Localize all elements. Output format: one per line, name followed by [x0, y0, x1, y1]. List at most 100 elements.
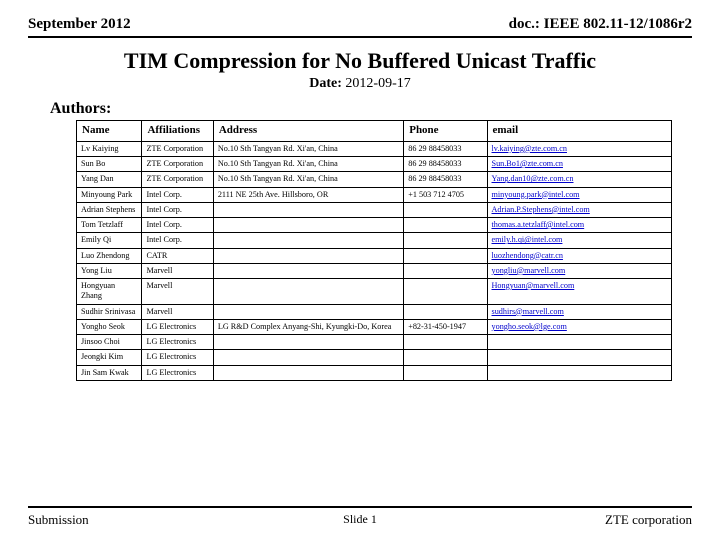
col-header-affiliation: Affiliations	[142, 121, 213, 142]
cell-address	[213, 218, 403, 233]
header-rule	[28, 36, 692, 38]
email-link[interactable]: lv.kaiying@zte.com.cn	[492, 144, 567, 153]
email-link[interactable]: yongliu@marvell.com	[492, 266, 566, 275]
col-header-address: Address	[213, 121, 403, 142]
email-link[interactable]: emily.h.qi@intel.com	[492, 235, 563, 244]
cell-address	[213, 279, 403, 305]
cell-address	[213, 202, 403, 217]
cell-affiliation: Intel Corp.	[142, 202, 213, 217]
cell-email: yongho.seok@lge.com	[487, 319, 671, 334]
cell-phone	[404, 335, 487, 350]
cell-phone	[404, 365, 487, 380]
authors-table: Name Affiliations Address Phone email Lv…	[76, 120, 672, 381]
cell-name: Yang Dan	[77, 172, 142, 187]
cell-address	[213, 263, 403, 278]
cell-address: LG R&D Complex Anyang-Shi, Kyungki-Do, K…	[213, 319, 403, 334]
table-row: Yongho SeokLG ElectronicsLG R&D Complex …	[77, 319, 672, 334]
cell-affiliation: Intel Corp.	[142, 187, 213, 202]
cell-email: sudhirs@marvell.com	[487, 304, 671, 319]
cell-name: Luo Zhendong	[77, 248, 142, 263]
cell-email: Adrian.P.Stephens@intel.com	[487, 202, 671, 217]
cell-phone	[404, 263, 487, 278]
email-link[interactable]: minyoung.park@intel.com	[492, 190, 580, 199]
cell-affiliation: LG Electronics	[142, 319, 213, 334]
table-row: Sudhir SrinivasaMarvell sudhirs@marvell.c…	[77, 304, 672, 319]
footer-rule	[28, 506, 692, 508]
cell-name: Jinsoo Choi	[77, 335, 142, 350]
cell-address	[213, 335, 403, 350]
table-row: Adrian StephensIntel Corp.Adrian.P.Steph…	[77, 202, 672, 217]
cell-email: lv.kaiying@zte.com.cn	[487, 141, 671, 156]
cell-phone: +1 503 712 4705	[404, 187, 487, 202]
cell-phone	[404, 218, 487, 233]
cell-affiliation: CATR	[142, 248, 213, 263]
cell-phone: 86 29 88458033	[404, 157, 487, 172]
cell-address	[213, 304, 403, 319]
cell-name: Sudhir Srinivasa	[77, 304, 142, 319]
cell-name: Hongyuan Zhang	[77, 279, 142, 305]
page-title: TIM Compression for No Buffered Unicast …	[28, 48, 692, 74]
cell-name: Emily Qi	[77, 233, 142, 248]
table-row: Lv KaiyingZTE CorporationNo.10 Sth Tangy…	[77, 141, 672, 156]
table-row: Jin Sam KwakLG Electronics	[77, 365, 672, 380]
col-header-email: email	[487, 121, 671, 142]
cell-name: Yongho Seok	[77, 319, 142, 334]
cell-phone: 86 29 88458033	[404, 141, 487, 156]
table-row: Luo ZhendongCATR luozhendong@catr.cn	[77, 248, 672, 263]
table-row: Minyoung ParkIntel Corp.2111 NE 25th Ave…	[77, 187, 672, 202]
cell-affiliation: LG Electronics	[142, 365, 213, 380]
cell-address: No.10 Sth Tangyan Rd. Xi'an, China	[213, 141, 403, 156]
col-header-name: Name	[77, 121, 142, 142]
cell-address	[213, 248, 403, 263]
cell-email: yongliu@marvell.com	[487, 263, 671, 278]
cell-email	[487, 365, 671, 380]
date-value: 2012-09-17	[345, 76, 410, 91]
cell-email: minyoung.park@intel.com	[487, 187, 671, 202]
cell-affiliation: LG Electronics	[142, 350, 213, 365]
cell-email: thomas.a.tetzlaff@intel.com	[487, 218, 671, 233]
table-row: Emily QiIntel Corp.emily.h.qi@intel.com	[77, 233, 672, 248]
cell-address	[213, 350, 403, 365]
cell-email: luozhendong@catr.cn	[487, 248, 671, 263]
cell-affiliation: ZTE Corporation	[142, 157, 213, 172]
table-header-row: Name Affiliations Address Phone email	[77, 121, 672, 142]
cell-email: emily.h.qi@intel.com	[487, 233, 671, 248]
authors-heading: Authors:	[50, 100, 692, 118]
cell-name: Minyoung Park	[77, 187, 142, 202]
table-row: Yong LiuMarvellyongliu@marvell.com	[77, 263, 672, 278]
email-link[interactable]: thomas.a.tetzlaff@intel.com	[492, 220, 585, 229]
email-link[interactable]: Yang.dan10@zte.com.cn	[492, 174, 574, 183]
email-link[interactable]: yongho.seok@lge.com	[492, 322, 567, 331]
email-link[interactable]: sudhirs@marvell.com	[492, 307, 564, 316]
cell-name: Jeongki Kim	[77, 350, 142, 365]
table-row: Sun BoZTE CorporationNo.10 Sth Tangyan R…	[77, 157, 672, 172]
cell-phone	[404, 248, 487, 263]
cell-phone	[404, 233, 487, 248]
cell-phone	[404, 279, 487, 305]
cell-phone: 86 29 88458033	[404, 172, 487, 187]
table-row: Jeongki KimLG Electronics	[77, 350, 672, 365]
cell-affiliation: Marvell	[142, 263, 213, 278]
cell-address: 2111 NE 25th Ave. Hillsboro, OR	[213, 187, 403, 202]
cell-name: Tom Tetzlaff	[77, 218, 142, 233]
cell-phone	[404, 202, 487, 217]
footer-right: ZTE corporation	[605, 512, 692, 528]
cell-name: Jin Sam Kwak	[77, 365, 142, 380]
email-link[interactable]: Sun.Bo1@zte.com.cn	[492, 159, 563, 168]
date-line: Date: 2012-09-17	[28, 76, 692, 92]
cell-address	[213, 365, 403, 380]
cell-phone: +82-31-450-1947	[404, 319, 487, 334]
email-link[interactable]: Hongyuan@marvell.com	[492, 281, 575, 290]
cell-affiliation: Marvell	[142, 304, 213, 319]
email-link[interactable]: luozhendong@catr.cn	[492, 251, 563, 260]
table-row: Tom TetzlaffIntel Corp. thomas.a.tetzlaff…	[77, 218, 672, 233]
date-label: Date:	[309, 76, 342, 91]
cell-address: No.10 Sth Tangyan Rd. Xi'an, China	[213, 172, 403, 187]
cell-affiliation: Intel Corp.	[142, 218, 213, 233]
cell-affiliation: ZTE Corporation	[142, 172, 213, 187]
cell-name: Sun Bo	[77, 157, 142, 172]
table-row: Hongyuan ZhangMarvellHongyuan@marvell.co…	[77, 279, 672, 305]
email-link[interactable]: Adrian.P.Stephens@intel.com	[492, 205, 590, 214]
cell-affiliation: LG Electronics	[142, 335, 213, 350]
table-row: Yang DanZTE CorporationNo.10 Sth Tangyan…	[77, 172, 672, 187]
